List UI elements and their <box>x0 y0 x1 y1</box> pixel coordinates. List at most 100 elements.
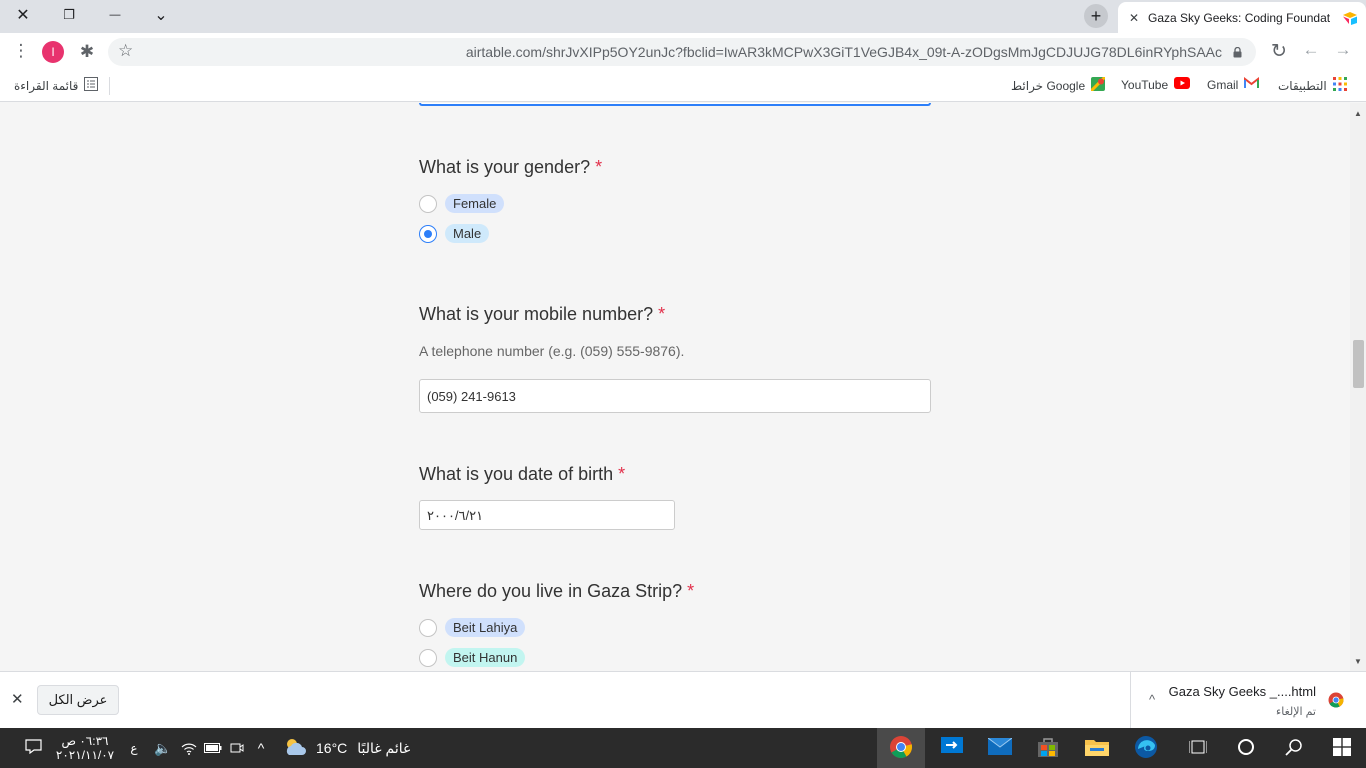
download-options-chevron-icon[interactable]: ^ <box>1149 692 1155 707</box>
notifications-button[interactable] <box>18 728 48 768</box>
taskbar-app-mail[interactable] <box>976 728 1024 768</box>
lock-icon <box>1233 46 1242 58</box>
taskbar-task-view-button[interactable] <box>1174 728 1222 768</box>
input-language-button[interactable]: ع <box>126 728 142 768</box>
location-option-beit-lahiya[interactable]: Beit Lahiya <box>419 618 526 637</box>
tab-strip: ✕ ❐ — ⌄ + ✕ Gaza Sky Geeks: Coding Found… <box>0 0 1366 33</box>
weather-condition: غائم غالبًا <box>357 739 411 756</box>
tab-close-icon[interactable]: ✕ <box>1126 11 1142 25</box>
mobile-number-input[interactable]: (059) 241-9613 <box>419 379 931 413</box>
option-pill: Female <box>445 194 505 213</box>
download-item[interactable]: ^ Gaza Sky Geeks _....html تم الإلغاء <box>1130 672 1366 728</box>
scroll-up-arrow-icon[interactable]: ▲ <box>1354 109 1362 118</box>
address-bar[interactable]: ☆ airtable.com/shrJvXIPp5OY2unJc?fbclid=… <box>108 38 1256 66</box>
temperature: 16°C <box>316 740 348 756</box>
bookmark-google-maps[interactable]: خرائط Google <box>1011 75 1107 94</box>
mobile-helper-text: A telephone number (e.g. (059) 555-9876)… <box>419 343 685 359</box>
chevron-down-icon: ⌄ <box>154 7 168 24</box>
plus-icon: + <box>1090 5 1102 26</box>
option-pill: Male <box>445 224 490 243</box>
bookmark-apps[interactable]: التطبيقات <box>1278 77 1347 94</box>
apps-grid-icon <box>1332 77 1347 94</box>
clock[interactable]: ٠٦:٣٦ ص ٢٠٢١/١١/٠٧ <box>56 728 114 768</box>
restore-icon: ❐ <box>63 7 75 22</box>
store-icon <box>1038 737 1058 760</box>
bookmark-gmail[interactable]: Gmail <box>1207 76 1260 92</box>
folder-icon <box>1085 738 1109 759</box>
window-minimize-button[interactable]: — <box>92 0 138 30</box>
location-option-beit-hanun[interactable]: Beit Hanun <box>419 648 526 667</box>
taskbar-app-edge[interactable] <box>1122 728 1170 768</box>
page-scrollbar[interactable]: ▲ ▼ <box>1350 103 1366 671</box>
taskbar-cortana-button[interactable] <box>1222 728 1270 768</box>
tab-search-button[interactable]: ⌄ <box>138 0 184 30</box>
wifi-icon[interactable] <box>178 728 200 768</box>
clock-time: ٠٦:٣٦ ص <box>61 734 109 748</box>
date-of-birth-input[interactable]: ٢٠٠٠/٦/٢١ <box>419 500 675 530</box>
bookmark-youtube[interactable]: YouTube <box>1121 77 1191 92</box>
required-marker: * <box>595 157 603 177</box>
close-downloads-icon[interactable]: ✕ <box>11 690 24 708</box>
reading-list-button[interactable]: قائمة القراءة <box>14 77 99 94</box>
chevron-up-icon: ^ <box>257 740 265 756</box>
bookmarks-bar: قائمة القراءة خرائط Google YouTube Gmail… <box>0 71 1366 102</box>
airtable-favicon-icon <box>1342 11 1358 25</box>
tray-overflow-button[interactable]: ^ <box>250 728 272 768</box>
battery-icon[interactable] <box>202 728 224 768</box>
forward-icon[interactable]: → <box>1332 40 1354 60</box>
task-view-icon <box>1188 739 1208 758</box>
new-tab-button[interactable]: + <box>1084 4 1108 28</box>
window-close-button[interactable]: ✕ <box>0 0 46 30</box>
scroll-down-arrow-icon[interactable]: ▼ <box>1354 657 1362 666</box>
dob-question-label: What is you date of birth * <box>419 464 626 484</box>
bookmarks-divider <box>109 77 110 95</box>
taskbar-app-store[interactable] <box>1024 728 1072 768</box>
tab-title: Gaza Sky Geeks: Coding Foundat <box>1148 10 1331 25</box>
download-status: تم الإلغاء <box>1276 706 1316 718</box>
previous-field-input[interactable] <box>419 103 931 106</box>
url-text: airtable.com/shrJvXIPp5OY2unJc?fbclid=Iw… <box>465 44 1222 60</box>
bookmark-star-icon[interactable]: ☆ <box>118 41 133 61</box>
taskbar-app-chrome[interactable] <box>877 728 925 768</box>
menu-icon[interactable]: ⋮ <box>10 41 32 61</box>
volume-icon[interactable]: 🔈 <box>152 728 174 768</box>
weather-widget[interactable]: 16°C غائم غالبًا <box>282 728 412 768</box>
option-pill: Beit Hanun <box>445 648 526 667</box>
bookmark-label: التطبيقات <box>1278 78 1327 93</box>
windows-taskbar: ٠٦:٣٦ ص ٢٠٢١/١١/٠٧ ع 🔈 ^ 16°C غائم غالبً… <box>0 728 1366 768</box>
meet-now-icon[interactable] <box>226 728 248 768</box>
back-icon[interactable]: ← <box>1300 40 1322 60</box>
scrollbar-thumb[interactable] <box>1353 340 1364 388</box>
radio-button[interactable] <box>419 618 437 637</box>
search-icon <box>1285 738 1303 759</box>
bookmark-label: YouTube <box>1121 77 1169 92</box>
downloads-bar: ✕ عرض الكل ^ Gaza Sky Geeks _....html تم… <box>0 671 1366 728</box>
close-icon: ✕ <box>16 7 30 24</box>
taskbar-search-button[interactable] <box>1270 728 1318 768</box>
mobile-question-label: What is your mobile number? * <box>419 304 666 324</box>
taskbar-app-file-explorer[interactable] <box>1073 728 1121 768</box>
edge-icon <box>1134 735 1158 762</box>
window-restore-button[interactable]: ❐ <box>46 0 92 30</box>
radio-button-selected[interactable] <box>419 224 437 243</box>
radio-button[interactable] <box>419 194 437 213</box>
start-button[interactable] <box>1318 728 1366 768</box>
extensions-icon[interactable]: ✱ <box>76 42 98 62</box>
minimize-icon: — <box>109 9 121 21</box>
profile-avatar[interactable]: I <box>42 41 64 63</box>
browser-toolbar: ⋮ I ✱ ☆ airtable.com/shrJvXIPp5OY2unJc?f… <box>0 33 1366 71</box>
gender-option-female[interactable]: Female <box>419 194 505 213</box>
bookmark-label: Gmail <box>1207 77 1239 92</box>
clock-date: ٢٠٢١/١١/٠٧ <box>55 748 115 762</box>
taskbar-app-whiteboard[interactable] <box>928 728 976 768</box>
radio-button[interactable] <box>419 648 437 667</box>
gmail-icon <box>1244 76 1260 92</box>
option-pill: Beit Lahiya <box>445 618 526 637</box>
windows-logo-icon <box>1333 737 1351 759</box>
gender-option-male[interactable]: Male <box>419 224 490 243</box>
chrome-file-icon <box>1328 692 1344 711</box>
reload-icon[interactable]: ↻ <box>1268 40 1290 63</box>
show-all-downloads-button[interactable]: عرض الكل <box>37 685 119 715</box>
required-marker: * <box>687 581 695 601</box>
active-tab[interactable]: ✕ Gaza Sky Geeks: Coding Foundat <box>1118 2 1366 33</box>
